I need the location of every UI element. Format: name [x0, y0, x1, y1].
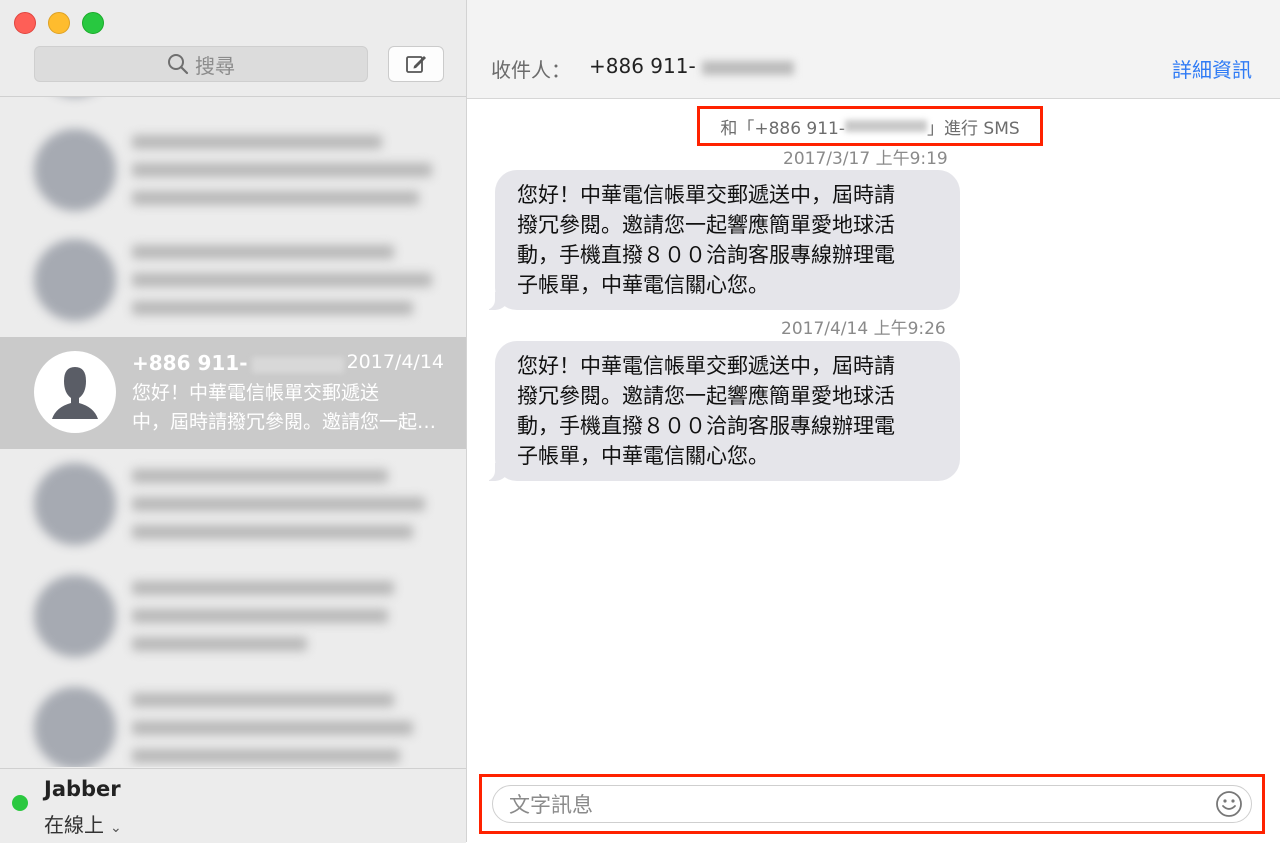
account-status-bar: Jabber 在線上 ⌄ — [0, 768, 466, 843]
online-status-dot — [12, 795, 28, 811]
conversation-item[interactable] — [0, 115, 466, 227]
conversation-preview: 您好！中華電信帳單交郵遞送 中，屆時請撥冗參閱。邀請您一起… — [132, 382, 437, 433]
search-icon — [168, 54, 189, 75]
sidebar: 搜尋 +886 911- 2017/4/14 您好！中華電信帳單交郵遞送 中，屆… — [0, 0, 467, 843]
emoji-icon[interactable] — [1215, 790, 1243, 818]
sms-service-note: 和「+886 911- 」進行 SMS — [697, 106, 1043, 146]
conversation-preview-blurred — [132, 135, 444, 219]
conversation-item[interactable] — [0, 449, 466, 561]
avatar — [34, 687, 116, 767]
conversation-header: 收件人： +886 911- 詳細資訊 — [467, 0, 1280, 99]
conversation-preview-blurred — [132, 245, 444, 329]
conversation-preview-blurred — [132, 693, 444, 767]
conversation-item[interactable] — [0, 673, 466, 767]
avatar — [34, 351, 116, 433]
chevron-down-icon: ⌄ — [110, 820, 122, 836]
recipient-field[interactable]: +886 911- — [589, 54, 794, 78]
minimize-window-button[interactable] — [48, 12, 70, 34]
conversation-item[interactable] — [0, 225, 466, 337]
person-icon — [36, 353, 114, 431]
conversation-date: 2017/4/14 — [346, 351, 444, 373]
conversation-pane: 收件人： +886 911- 詳細資訊 和「+886 911- 」進行 SMS 2… — [467, 0, 1280, 842]
message-timestamp: 2017/3/17 上午9:19 — [783, 149, 948, 169]
composer-highlight — [479, 774, 1265, 834]
messages-window: 搜尋 +886 911- 2017/4/14 您好！中華電信帳單交郵遞送 中，屆… — [0, 0, 1280, 843]
conversation-item-selected[interactable]: +886 911- 2017/4/14 您好！中華電信帳單交郵遞送 中，屆時請撥… — [0, 337, 466, 449]
avatar — [34, 239, 116, 321]
search-placeholder: 搜尋 — [195, 53, 235, 78]
zoom-window-button[interactable] — [82, 12, 104, 34]
avatar — [34, 129, 116, 211]
conversation-name: +886 911- — [132, 351, 344, 375]
conversation-preview-blurred — [132, 469, 444, 553]
message-bubble: 您好！中華電信帳單交郵遞送中，屆時請 撥冗參閱。邀請您一起響應簡單愛地球活 動，… — [483, 341, 960, 481]
compose-button[interactable] — [388, 46, 444, 82]
message-bubble: 您好！中華電信帳單交郵遞送中，屆時請 撥冗參閱。邀請您一起響應簡單愛地球活 動，… — [483, 170, 960, 310]
account-name: Jabber — [44, 777, 121, 801]
recipient-label: 收件人： — [491, 58, 571, 82]
conversation-preview-blurred — [132, 581, 444, 665]
close-window-button[interactable] — [14, 12, 36, 34]
message-timestamp: 2017/4/14 上午9:26 — [781, 319, 946, 339]
message-composer[interactable] — [492, 785, 1252, 823]
message-input[interactable] — [507, 789, 1201, 821]
avatar — [34, 575, 116, 657]
compose-icon — [406, 56, 426, 73]
status-selector[interactable]: 在線上 ⌄ — [44, 809, 122, 838]
sidebar-toolbar: 搜尋 — [0, 0, 466, 97]
conversation-list[interactable]: +886 911- 2017/4/14 您好！中華電信帳單交郵遞送 中，屆時請撥… — [0, 97, 466, 767]
avatar — [34, 463, 116, 545]
conversation-item[interactable] — [0, 97, 466, 113]
search-field[interactable]: 搜尋 — [34, 46, 368, 82]
details-link[interactable]: 詳細資訊 — [1172, 54, 1252, 83]
conversation-item[interactable] — [0, 561, 466, 673]
